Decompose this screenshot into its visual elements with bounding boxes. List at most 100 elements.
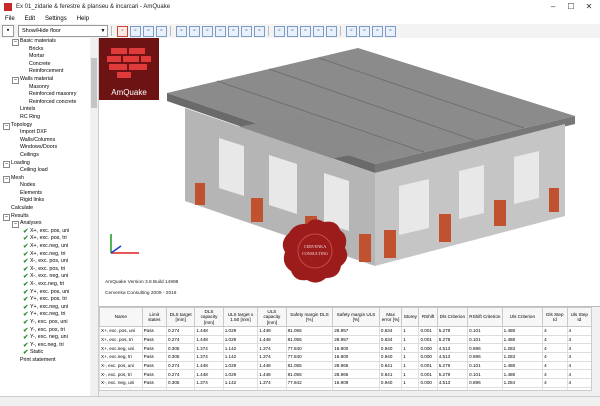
pan-icon[interactable]: ▫ — [372, 25, 383, 37]
table-row[interactable]: X+, exc.neg, uni Pass 0.305 1.374 1.142 1.374… — [99, 343, 593, 354]
table-row[interactable]: X-, exc. neg, uni Pass 0.305 1.374 1.142 1.37… — [99, 378, 593, 388]
tree-item[interactable]: Elements — [0, 190, 90, 198]
tree-item[interactable]: Mortar — [0, 53, 90, 61]
tree-item[interactable]: ✔ X+, exc.neg, uni — [0, 243, 90, 251]
menu-edit[interactable]: Edit — [20, 16, 40, 22]
calc-icon[interactable]: ▫ — [300, 25, 311, 37]
tree-item[interactable]: ✔ X+, exc. pos, uni — [0, 228, 90, 236]
table-row[interactable]: X+, exc.neg, tri Pass 0.305 1.374 1.142 1.374… — [99, 352, 593, 362]
tree-item[interactable]: Import DXF — [0, 129, 90, 137]
tree-item[interactable]: Ceiling load — [0, 167, 90, 175]
settings-icon[interactable]: ▫ — [385, 25, 396, 37]
door-icon[interactable]: ▫ — [202, 25, 213, 37]
tree-item[interactable]: Nodes — [0, 182, 90, 190]
table-row[interactable]: X-, exc. pos, tri Pass 0.274 1.448 1.029 1.44… — [99, 369, 593, 380]
node-icon[interactable]: ▫ — [241, 25, 252, 37]
tree-item[interactable]: Calculate — [0, 205, 90, 213]
column-header[interactable]: Safety margin DLS [%] — [285, 307, 334, 327]
tree-scrollbar[interactable] — [90, 38, 99, 396]
column-header[interactable]: RShift Criterion — [467, 307, 503, 327]
table-cell: 16.900 — [332, 343, 380, 354]
zoom-in-icon[interactable]: ▫ — [326, 25, 337, 37]
fit-icon[interactable]: ▫ — [359, 25, 370, 37]
tree-item[interactable]: – Walls material — [0, 76, 90, 84]
tree-item[interactable]: Reinforced concrete — [0, 99, 90, 107]
tree-item[interactable]: ✔ Y-, exc.neg, tri — [0, 342, 90, 350]
tree-item[interactable]: ✔ X-, exc. pos, tri — [0, 266, 90, 274]
close-button[interactable]: ✕ — [580, 1, 598, 12]
tree-scrollbar-thumb[interactable] — [91, 58, 97, 108]
tree-item[interactable]: ✔ Y+, exc. pos, tri — [0, 296, 90, 304]
model-viewport[interactable]: AmQuake CERVENKA CONSULTING AmQuake Vers… — [99, 38, 600, 306]
save-icon[interactable]: ▪ — [2, 25, 14, 37]
column-header[interactable]: Storey — [401, 307, 420, 327]
tree-item[interactable]: – Analyses — [0, 220, 90, 229]
column-header[interactable]: Safety margin ULS [%] — [332, 307, 380, 327]
maximize-button[interactable]: ☐ — [562, 1, 580, 12]
tree-item[interactable]: Lintels — [0, 106, 90, 114]
floor-dropdown[interactable]: Show/Hide floor ▼ — [18, 25, 108, 37]
tree-item[interactable]: ✔ Y+, exc.neg, uni — [0, 304, 90, 312]
column-header[interactable]: Dls Criterion — [436, 307, 469, 327]
column-header[interactable]: DLS target [mm] — [165, 307, 196, 327]
element-icon[interactable]: ▫ — [254, 25, 265, 37]
load-icon[interactable]: ▫ — [287, 25, 298, 37]
tree-item[interactable]: ✔ X+, exc.neg, tri — [0, 251, 90, 259]
minimize-button[interactable]: – — [544, 1, 562, 12]
column-header[interactable]: Uls Criterion — [501, 307, 544, 327]
tree-item[interactable]: Rigid links — [0, 197, 90, 205]
column-header[interactable]: Uls Step Id — [566, 307, 593, 327]
tree-item[interactable]: ✔ Static — [0, 349, 90, 357]
tree-item[interactable]: ✔ Y+, exc. pos, uni — [0, 289, 90, 297]
column-header[interactable]: Name — [99, 307, 143, 327]
tree-item[interactable]: – Results — [0, 213, 90, 221]
table-vertical-scrollbar[interactable] — [591, 307, 600, 397]
window-icon[interactable]: ▫ — [189, 25, 200, 37]
column-header[interactable]: RShift — [418, 307, 438, 327]
column-icon[interactable]: ▫ — [215, 25, 226, 37]
tree-item[interactable]: Bricks — [0, 46, 90, 54]
tree-item[interactable]: – Topology — [0, 122, 90, 130]
cube-icon[interactable]: ▫ — [143, 25, 154, 37]
tree-item[interactable]: ✔ Y-, exc. neg, uni — [0, 334, 90, 342]
tree-item[interactable]: ✔ X-, exc.neg, tri — [0, 281, 90, 289]
tree-item[interactable]: ✔ Y-, exc. pos, tri — [0, 327, 90, 335]
column-header[interactable]: Max error [%] — [378, 307, 403, 327]
table-row[interactable]: X-, exc. pos, uni Pass 0.274 1.448 1.029 1.44… — [99, 360, 593, 371]
menu-settings[interactable]: Settings — [40, 16, 72, 22]
tree-item[interactable]: ✔ X-, exc. pos, uni — [0, 258, 90, 266]
tree-item[interactable]: – Basic materials — [0, 38, 90, 46]
table-row[interactable]: X+, exc. pos, tri Pass 0.274 1.448 1.029 1.44… — [99, 334, 593, 345]
column-header[interactable]: ULS target x 1.50 [mm] — [222, 307, 259, 327]
tree-item[interactable]: ✔ X+, exc. pos, tri — [0, 235, 90, 243]
zoom-out-icon[interactable]: ▫ — [346, 25, 357, 37]
column-header[interactable]: ULS capacity [mm] — [257, 307, 287, 327]
tree-item[interactable]: Reinforcement — [0, 68, 90, 76]
result-icon[interactable]: ▫ — [313, 25, 324, 37]
tree-item[interactable]: – Loading — [0, 160, 90, 168]
tree-item[interactable]: Print statement — [0, 357, 90, 365]
menu-help[interactable]: Help — [72, 16, 94, 22]
tree-item[interactable]: Concrete — [0, 61, 90, 69]
tree-item[interactable]: Reinforced masonry — [0, 91, 90, 99]
menu-file[interactable]: File — [0, 16, 20, 22]
tree-item[interactable]: ✔ X-, exc. neg, uni — [0, 273, 90, 281]
tree-item[interactable]: RC Ring — [0, 114, 90, 122]
save-icon[interactable]: ▫ — [117, 25, 128, 37]
column-header[interactable]: DLS capacity [mm] — [194, 307, 224, 327]
column-header[interactable]: Dls Step Id — [542, 307, 568, 327]
link-icon[interactable]: ▫ — [274, 25, 285, 37]
table-row[interactable]: X+, exc. pos, uni Pass 0.274 1.448 1.029 1.44… — [99, 326, 593, 336]
floor-view-icon[interactable]: ▫ — [130, 25, 141, 37]
tree-item[interactable]: Walls/Columns — [0, 137, 90, 145]
column-header[interactable]: Limit states — [141, 307, 167, 327]
mesh-icon[interactable]: ▫ — [228, 25, 239, 37]
tree-item[interactable]: Windows/Doors — [0, 144, 90, 152]
tree-item[interactable]: Masonry — [0, 84, 90, 92]
tree-item[interactable]: ✔ Y+, exc.neg, tri — [0, 311, 90, 319]
rotate-icon[interactable]: ▫ — [156, 25, 167, 37]
tree-item[interactable]: – Mesh — [0, 175, 90, 183]
tree-item[interactable]: ✔ Y-, exc. pos, uni — [0, 319, 90, 327]
tree-item[interactable]: Ceilings — [0, 152, 90, 160]
wall-icon[interactable]: ▫ — [176, 25, 187, 37]
